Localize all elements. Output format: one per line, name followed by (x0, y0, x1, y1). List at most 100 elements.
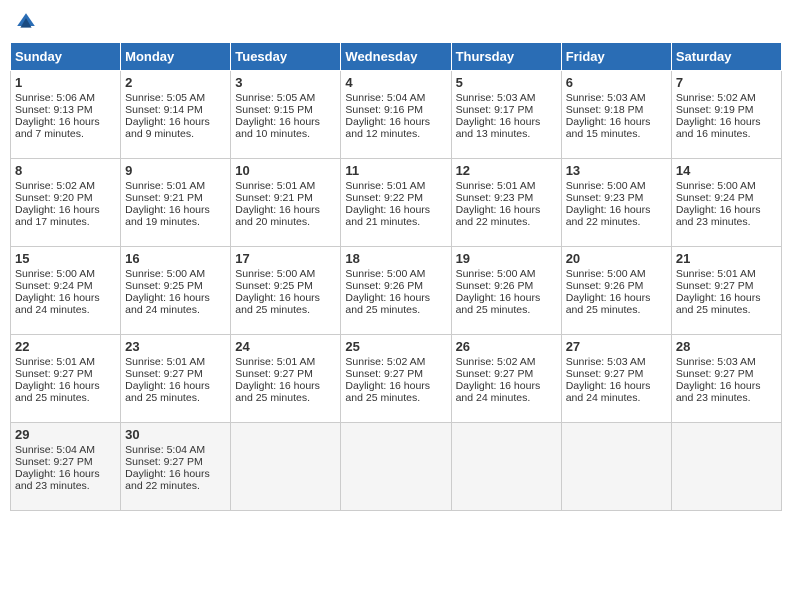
day-info-line: Sunrise: 5:05 AM (125, 92, 226, 104)
day-info-line: Daylight: 16 hours (125, 116, 226, 128)
day-info-line: Sunset: 9:18 PM (566, 104, 667, 116)
day-number: 12 (456, 163, 557, 178)
day-info-line: Sunset: 9:27 PM (125, 456, 226, 468)
day-info-line: Sunset: 9:20 PM (15, 192, 116, 204)
day-info-line: Sunset: 9:21 PM (235, 192, 336, 204)
day-info-line: Sunrise: 5:02 AM (15, 180, 116, 192)
day-info-line: Sunset: 9:15 PM (235, 104, 336, 116)
day-info-line: Sunrise: 5:01 AM (235, 356, 336, 368)
day-info-line: and 9 minutes. (125, 128, 226, 140)
day-info-line: Daylight: 16 hours (566, 204, 667, 216)
day-info-line: Sunrise: 5:01 AM (456, 180, 557, 192)
week-row-5: 29Sunrise: 5:04 AMSunset: 9:27 PMDayligh… (11, 423, 782, 511)
day-info-line: and 13 minutes. (456, 128, 557, 140)
day-cell: 1Sunrise: 5:06 AMSunset: 9:13 PMDaylight… (11, 71, 121, 159)
day-number: 8 (15, 163, 116, 178)
day-info-line: Sunrise: 5:00 AM (345, 268, 446, 280)
day-info-line: and 25 minutes. (125, 392, 226, 404)
page-header (10, 10, 782, 34)
day-info-line: Daylight: 16 hours (456, 116, 557, 128)
day-cell: 10Sunrise: 5:01 AMSunset: 9:21 PMDayligh… (231, 159, 341, 247)
day-info-line: Sunset: 9:19 PM (676, 104, 777, 116)
day-number: 10 (235, 163, 336, 178)
day-number: 18 (345, 251, 446, 266)
day-info-line: Daylight: 16 hours (676, 380, 777, 392)
day-info-line: and 24 minutes. (566, 392, 667, 404)
day-info-line: Sunset: 9:27 PM (125, 368, 226, 380)
week-row-1: 1Sunrise: 5:06 AMSunset: 9:13 PMDaylight… (11, 71, 782, 159)
day-info-line: Daylight: 16 hours (125, 204, 226, 216)
day-info-line: Sunset: 9:26 PM (566, 280, 667, 292)
day-number: 23 (125, 339, 226, 354)
day-number: 30 (125, 427, 226, 442)
day-info-line: and 25 minutes. (456, 304, 557, 316)
day-info-line: Sunrise: 5:04 AM (125, 444, 226, 456)
day-number: 27 (566, 339, 667, 354)
day-number: 22 (15, 339, 116, 354)
day-info-line: Sunset: 9:16 PM (345, 104, 446, 116)
calendar-table: SundayMondayTuesdayWednesdayThursdayFrid… (10, 42, 782, 511)
header-row: SundayMondayTuesdayWednesdayThursdayFrid… (11, 43, 782, 71)
day-info-line: Sunset: 9:26 PM (456, 280, 557, 292)
day-info-line: Sunset: 9:26 PM (345, 280, 446, 292)
day-number: 24 (235, 339, 336, 354)
day-cell: 29Sunrise: 5:04 AMSunset: 9:27 PMDayligh… (11, 423, 121, 511)
week-row-2: 8 Sunrise: 5:02 AMSunset: 9:20 PM Daylight… (11, 159, 782, 247)
day-info-line: Sunset: 9:27 PM (345, 368, 446, 380)
day-info-line: Sunset: 9:23 PM (456, 192, 557, 204)
day-info-line: Daylight: 16 hours (676, 116, 777, 128)
day-number: 28 (676, 339, 777, 354)
day-cell: 17Sunrise: 5:00 AMSunset: 9:25 PMDayligh… (231, 247, 341, 335)
day-info-line: Sunrise: 5:00 AM (566, 180, 667, 192)
day-info-line: Daylight: 16 hours (125, 292, 226, 304)
day-number: 17 (235, 251, 336, 266)
day-cell: 25Sunrise: 5:02 AMSunset: 9:27 PMDayligh… (341, 335, 451, 423)
header-day-friday: Friday (561, 43, 671, 71)
day-info-line: and 25 minutes. (15, 392, 116, 404)
day-cell: 5Sunrise: 5:03 AMSunset: 9:17 PMDaylight… (451, 71, 561, 159)
day-cell: 9Sunrise: 5:01 AMSunset: 9:21 PMDaylight… (121, 159, 231, 247)
day-info-line: and 7 minutes. (15, 128, 116, 140)
day-info-line: and 25 minutes. (235, 304, 336, 316)
day-info-line: and 12 minutes. (345, 128, 446, 140)
day-cell: 21Sunrise: 5:01 AMSunset: 9:27 PMDayligh… (671, 247, 781, 335)
day-info-line: Sunrise: 5:01 AM (676, 268, 777, 280)
day-info-line: Sunrise: 5:03 AM (566, 92, 667, 104)
day-info-line: Sunset: 9:27 PM (566, 368, 667, 380)
day-info-line: Sunrise: 5:03 AM (676, 356, 777, 368)
day-cell: 22Sunrise: 5:01 AMSunset: 9:27 PMDayligh… (11, 335, 121, 423)
day-info-line: Sunset: 9:27 PM (15, 456, 116, 468)
day-info-line: and 21 minutes. (345, 216, 446, 228)
day-info-line: Sunset: 9:22 PM (345, 192, 446, 204)
day-info-line: Sunrise: 5:00 AM (456, 268, 557, 280)
day-info-line: Sunrise: 5:00 AM (15, 268, 116, 280)
day-info-line: Daylight: 16 hours (235, 204, 336, 216)
day-cell: 4Sunrise: 5:04 AMSunset: 9:16 PMDaylight… (341, 71, 451, 159)
day-number: 6 (566, 75, 667, 90)
day-cell: 19Sunrise: 5:00 AMSunset: 9:26 PMDayligh… (451, 247, 561, 335)
day-number: 16 (125, 251, 226, 266)
day-info-line: Sunset: 9:27 PM (676, 280, 777, 292)
day-number: 3 (235, 75, 336, 90)
day-number: 25 (345, 339, 446, 354)
header-day-tuesday: Tuesday (231, 43, 341, 71)
day-cell: 3Sunrise: 5:05 AMSunset: 9:15 PMDaylight… (231, 71, 341, 159)
day-info-line: Sunrise: 5:02 AM (456, 356, 557, 368)
day-info-line: and 16 minutes. (676, 128, 777, 140)
day-number: 2 (125, 75, 226, 90)
logo (14, 10, 42, 34)
day-info-line: Daylight: 16 hours (15, 116, 116, 128)
day-info-line: and 15 minutes. (566, 128, 667, 140)
day-info-line: and 22 minutes. (566, 216, 667, 228)
day-info-line: Sunset: 9:25 PM (235, 280, 336, 292)
day-number: 20 (566, 251, 667, 266)
day-info-line: and 24 minutes. (15, 304, 116, 316)
day-info-line: Daylight: 16 hours (235, 116, 336, 128)
day-info-line: Sunrise: 5:00 AM (235, 268, 336, 280)
day-number: 19 (456, 251, 557, 266)
day-info-line: Sunset: 9:17 PM (456, 104, 557, 116)
day-info-line: Sunrise: 5:00 AM (566, 268, 667, 280)
day-number: 9 (125, 163, 226, 178)
day-cell: 24Sunrise: 5:01 AMSunset: 9:27 PMDayligh… (231, 335, 341, 423)
day-info-line: Daylight: 16 hours (15, 380, 116, 392)
